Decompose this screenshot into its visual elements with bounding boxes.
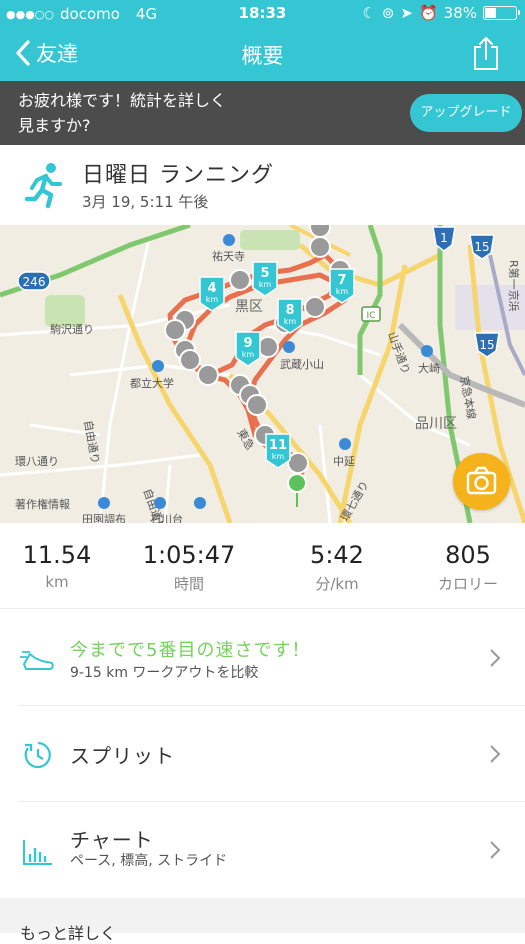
stat-pace-value: 5:42 bbox=[310, 541, 364, 569]
splits-label: スプリット bbox=[70, 744, 175, 768]
workout-date: 3月 19, 5:11 午後 bbox=[82, 193, 209, 211]
chart-label: チャート bbox=[70, 828, 154, 852]
workout-stats: 11.54 km 1:05:47 時間 5:42 分/km 805 カロリー bbox=[0, 523, 525, 609]
chart-subtitle: ペース, 標高, ストライド bbox=[70, 853, 228, 869]
map-label-musashikoyama: 武蔵小山 bbox=[280, 358, 324, 371]
map-label-copyright: 著作権情報 bbox=[15, 497, 70, 511]
km-marker-unit: km bbox=[206, 295, 219, 304]
upgrade-banner: お疲れ様です！統計を詳しく 見ますか? アップグレード bbox=[0, 81, 525, 145]
map-label-r-dai: R第一京浜 bbox=[507, 260, 521, 312]
route-map[interactable]: 246 1 15 15 IC 祐天寺 黒区 駒沢通り 都立大学 自由通り 環八通… bbox=[0, 225, 525, 523]
km-marker-11: 11km bbox=[265, 433, 291, 469]
stat-calories: 805 カロリー bbox=[420, 541, 516, 594]
map-label-meguro-ku: 黒区 bbox=[235, 299, 263, 315]
upgrade-message-line1: お疲れ様です！統計を詳しく bbox=[18, 91, 227, 110]
camera-icon bbox=[466, 466, 497, 495]
km-marker-5: 5km bbox=[252, 261, 278, 297]
km-marker-unit: km bbox=[336, 287, 349, 296]
battery-icon bbox=[483, 6, 520, 20]
svg-text:IC: IC bbox=[367, 311, 376, 321]
more-details-label: もっと詳しく bbox=[20, 924, 117, 943]
svg-text:246: 246 bbox=[23, 275, 46, 289]
add-photo-button[interactable] bbox=[453, 453, 510, 510]
km-marker-unit: km bbox=[259, 280, 272, 289]
splits-row[interactable]: スプリット bbox=[0, 706, 525, 802]
route-shield-ic: IC bbox=[361, 306, 381, 322]
km-marker-unit: km bbox=[284, 317, 297, 326]
route-shield-246: 246 bbox=[17, 271, 51, 291]
stat-pace: 5:42 分/km bbox=[290, 541, 384, 594]
chevron-right-icon bbox=[490, 841, 501, 859]
share-icon[interactable] bbox=[471, 35, 501, 71]
achievement-title: 今までで5番目の速さです！ bbox=[70, 640, 311, 661]
stat-duration-value: 1:05:47 bbox=[142, 541, 236, 569]
map-label-komazawa: 駒沢通り bbox=[50, 322, 94, 336]
status-right: ☾ ⊚ ➤ ⏰ 38% bbox=[362, 4, 520, 22]
chevron-right-icon bbox=[490, 745, 501, 763]
km-marker-unit: km bbox=[272, 452, 285, 461]
km-marker-8: 8km bbox=[277, 298, 303, 334]
chart-row[interactable]: チャート ペース, 標高, ストライド bbox=[0, 802, 525, 898]
stat-pace-unit: 分/km bbox=[315, 575, 359, 593]
map-label-shinagawa: 品川区 bbox=[415, 416, 457, 432]
achievement-subtitle: 9-15 km ワークアウトを比較 bbox=[70, 665, 259, 681]
page-title: 概要 bbox=[241, 44, 284, 68]
route-shield-15-bottom: 15 bbox=[474, 332, 500, 358]
upgrade-message-line2: 見ますか? bbox=[18, 116, 91, 135]
km-marker-9: 9km bbox=[235, 331, 261, 367]
more-details-section: もっと詳しく bbox=[0, 898, 525, 943]
status-bar: ●●●○○ docomo 4G 18:33 ☾ ⊚ ➤ ⏰ 38% bbox=[0, 0, 525, 28]
stopwatch-icon bbox=[24, 741, 51, 769]
location-icon: ➤ bbox=[400, 4, 413, 22]
map-label-denen: 田園調布 bbox=[82, 512, 126, 523]
km-marker-7: 7km bbox=[329, 268, 355, 304]
map-label-osaki: 大崎 bbox=[418, 361, 440, 375]
km-marker-number: 11 bbox=[269, 438, 287, 453]
map-canvas: 246 1 15 15 IC 祐天寺 黒区 駒沢通り 都立大学 自由通り 環八通… bbox=[0, 225, 525, 523]
map-label-kanpachi: 環八通り bbox=[15, 455, 59, 468]
stat-duration: 1:05:47 時間 bbox=[130, 541, 248, 594]
upgrade-button[interactable]: アップグレード bbox=[410, 94, 522, 132]
navigation-bar: 友達 概要 bbox=[0, 28, 525, 81]
stat-distance: 11.54 km bbox=[14, 541, 100, 591]
shoe-icon bbox=[20, 651, 54, 670]
running-icon bbox=[24, 163, 62, 209]
stat-duration-unit: 時間 bbox=[173, 575, 204, 593]
stat-distance-value: 11.54 bbox=[22, 541, 92, 569]
moon-icon: ☾ bbox=[362, 4, 376, 22]
km-marker-number: 8 bbox=[285, 303, 294, 318]
stat-distance-unit: km bbox=[45, 573, 69, 591]
map-label-jiyudori: 自由通り bbox=[81, 419, 102, 465]
workout-header: 日曜日 ランニング 3月 19, 5:11 午後 bbox=[0, 145, 525, 225]
upgrade-message: お疲れ様です！統計を詳しく 見ますか? bbox=[18, 88, 268, 138]
rotation-lock-icon: ⊚ bbox=[381, 4, 395, 22]
km-marker-number: 7 bbox=[337, 273, 346, 288]
achievement-row[interactable]: 今までで5番目の速さです！ 9-15 km ワークアウトを比較 bbox=[0, 610, 525, 706]
km-marker-number: 5 bbox=[260, 266, 269, 281]
alarm-icon: ⏰ bbox=[418, 4, 438, 22]
svg-text:1: 1 bbox=[440, 231, 448, 245]
svg-text:15: 15 bbox=[474, 240, 489, 254]
map-label-nakanobu: 中延 bbox=[333, 455, 355, 468]
map-label-toritsu: 都立大学 bbox=[130, 376, 174, 390]
stat-calories-unit: カロリー bbox=[437, 575, 498, 593]
route-shield-1: 1 bbox=[432, 226, 456, 252]
km-marker-unit: km bbox=[242, 350, 255, 359]
bar-chart-icon bbox=[23, 840, 52, 865]
km-marker-number: 9 bbox=[243, 336, 252, 351]
svg-text:15: 15 bbox=[479, 338, 494, 352]
workout-title: 日曜日 ランニング bbox=[82, 163, 274, 188]
chevron-right-icon bbox=[490, 649, 501, 667]
km-marker-4: 4km bbox=[199, 276, 225, 312]
map-label-yutenji: 祐天寺 bbox=[212, 250, 245, 263]
battery-percent: 38% bbox=[443, 4, 477, 22]
km-marker-number: 4 bbox=[207, 281, 216, 296]
map-label-keikyu: 京急本線 bbox=[457, 375, 478, 421]
stat-calories-value: 805 bbox=[445, 541, 491, 569]
